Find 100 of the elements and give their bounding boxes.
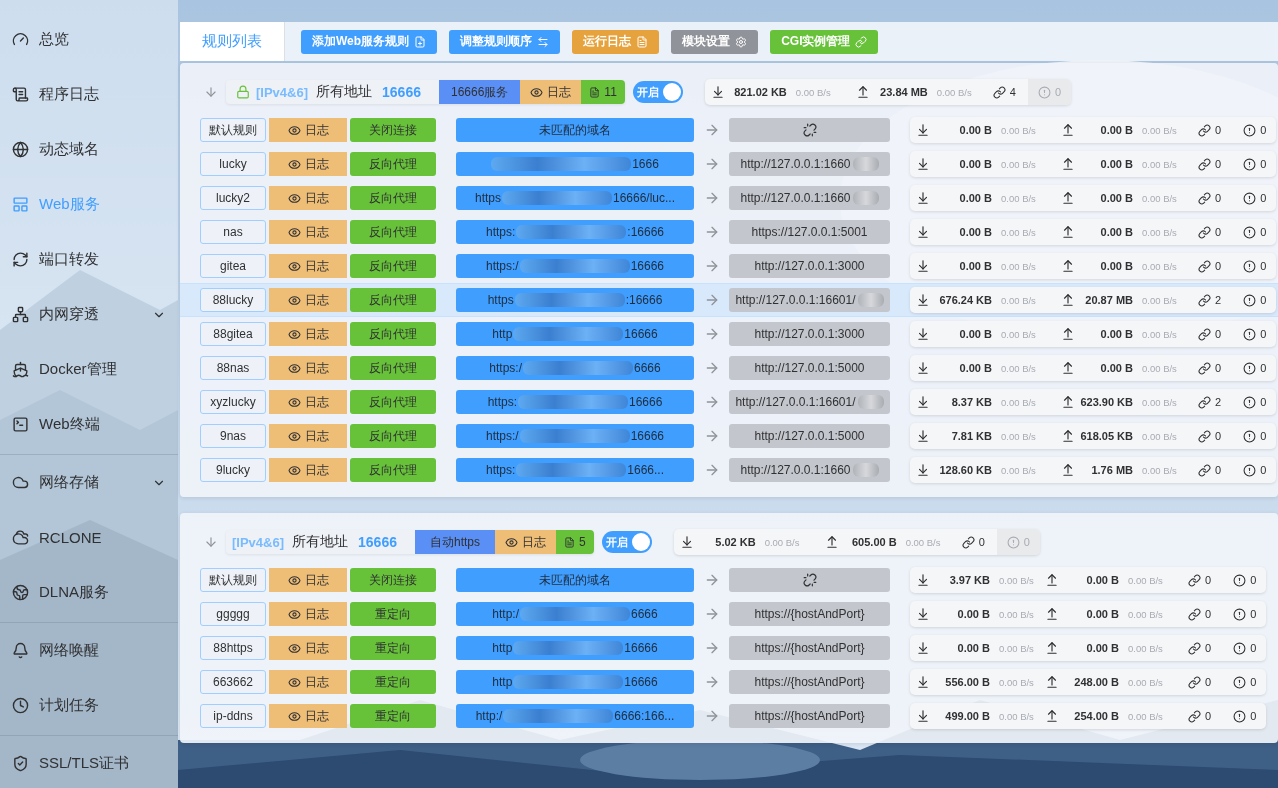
frontend-address: https 16666/luc... [456,186,694,210]
upload-icon [1061,123,1075,137]
log-button[interactable]: 日志 [269,636,347,660]
rule-row[interactable]: 9lucky 日志 反向代理 https: 1666... http://127.0.0.1:1660 128.60 KB 0.00 B/s 1.76 MB 0.00 B/s 0 0 [180,453,1278,487]
log-button[interactable]: 日志 [520,80,582,104]
link-icon [1198,123,1211,137]
alert-icon [1243,395,1257,409]
sidebar-item[interactable]: Web终端 [0,397,178,452]
sidebar-item[interactable]: 内网穿透 [0,287,178,342]
link-icon [1198,157,1211,171]
download-rate: 0.00 B/s [999,608,1035,620]
eye-icon [287,157,301,171]
error-count: 0 [1260,192,1267,204]
frontend-address: https :16666 [456,288,694,312]
log-button[interactable]: 日志 [269,424,347,448]
rule-row[interactable]: gitea 日志 反向代理 https:/ 16666 http://127.0.0.1:3000 0.00 B 0.00 B/s 0.00 B 0.00 B/s 0 0 [180,249,1278,283]
error-count: 0 [1250,710,1257,722]
download-total: 0.00 B [956,608,990,620]
upload-icon [1045,675,1059,689]
rule-name-tag: lucky2 [200,186,266,210]
target-address: https://{hostAndPort} [729,636,890,660]
download-rate: 0.00 B/s [1001,362,1037,374]
error-count: 0 [1260,124,1267,136]
rule-row[interactable]: lucky2 日志 反向代理 https 16666/luc... http://127.0.0.1:1660 0.00 B 0.00 B/s 0.00 B 0.00 B/s 0 0 [180,181,1278,215]
log-button[interactable]: 日志 [269,458,347,482]
error-count: 0 [1260,294,1267,306]
rule-row[interactable]: ip-ddns 日志 重定向 http:/ 6666:166... https://{hostAndPort} 499.00 B 0.00 B/s 254.00 B 0.00 B/s 0 0 [180,699,1278,733]
download-icon [916,641,930,655]
rule-row[interactable]: 88nas 日志 反向代理 https:/ 6666 http://127.0.0.1:5000 0.00 B 0.00 B/s 0.00 B 0.00 B/s 0 0 [180,351,1278,385]
upload-rate: 0.00 B/s [936,86,973,98]
sidebar-item[interactable]: 总览 [0,12,178,67]
log-button[interactable]: 日志 [494,530,556,554]
rule-row[interactable]: 默认规则 日志 关闭连接 未匹配的域名 0.00 B 0.00 B/s 0.00 B 0.00 B/s 0 0 [180,113,1278,147]
sidebar-item[interactable]: 网络唤醒 [0,623,178,678]
rule-row[interactable]: xyzlucky 日志 反向代理 https: 16666 http://127.0.0.1:16601/ 8.37 KB 0.00 B/s 623.90 KB 0.00 B/s 2 0 [180,385,1278,419]
rule-row[interactable]: 9nas 日志 反向代理 https:/ 16666 http://127.0.0.1:5000 7.81 KB 0.00 B/s 618.05 KB 0.00 B/s 0 0 [180,419,1278,453]
log-button[interactable]: 日志 [269,356,347,380]
file-plus-icon [414,35,427,48]
sidebar-item[interactable]: 程序日志 [0,67,178,122]
link-icon [1198,259,1211,273]
rule-row[interactable]: lucky 日志 反向代理 1666 http://127.0.0.1:1660 0.00 B 0.00 B/s 0.00 B 0.00 B/s 0 0 [180,147,1278,181]
download-icon [916,429,930,443]
frontend-address: http 16666 [456,670,694,694]
sidebar-item[interactable]: 网络存储 [0,455,178,510]
upload-total: 0.00 B [1099,328,1133,340]
clouds-icon [12,529,29,546]
action-tag: 反向代理 [350,288,436,312]
log-button[interactable]: 日志 [269,704,347,728]
frontend-address: https: 1666... [456,458,694,482]
log-button[interactable]: 日志 [269,254,347,278]
eye-icon [287,259,301,273]
frontend-address: http:/ 6666:166... [456,704,694,728]
connection-count: 0 [1215,328,1222,340]
frontend-address: http 16666 [456,636,694,660]
rule-row[interactable]: 88lucky 日志 反向代理 https :16666 http://127.0.0.1:16601/ 676.24 KB 0.00 B/s 20.87 MB 0.00 B/s 2 0 [180,283,1278,317]
arrow-right-icon [704,708,720,724]
log-button[interactable]: 日志 [269,288,347,312]
log-button[interactable]: 日志 [269,670,347,694]
upload-total: 0.00 B [1099,124,1133,136]
target-address: https://{hostAndPort} [729,602,890,626]
rule-row[interactable]: 88https 日志 重定向 http 16666 https://{hostAndPort} 0.00 B 0.00 B/s 0.00 B 0.00 B/s 0 0 [180,631,1278,665]
rule-row[interactable]: 默认规则 日志 关闭连接 未匹配的域名 3.97 KB 0.00 B/s 0.00 B 0.00 B/s 0 0 [180,563,1278,597]
rule-row[interactable]: nas 日志 反向代理 https: :16666 https://127.0.0.1:5001 0.00 B 0.00 B/s 0.00 B 0.00 B/s 0 0 [180,215,1278,249]
log-button[interactable]: 日志 [269,152,347,176]
target-address: http://127.0.0.1:1660 [729,152,890,176]
sidebar-item[interactable]: Docker管理 [0,342,178,397]
download-total: 556.00 B [944,676,990,688]
link-icon [1198,429,1211,443]
upload-icon [1045,641,1059,655]
log-button[interactable]: 日志 [269,602,347,626]
rule-name-tag: xyzlucky [200,390,266,414]
sidebar-item[interactable]: 动态域名 [0,122,178,177]
log-button[interactable]: 日志 [269,220,347,244]
log-button[interactable]: 日志 [269,390,347,414]
rule-row[interactable]: ggggg 日志 重定向 http:/ 6666 https://{hostAndPort} 0.00 B 0.00 B/s 0.00 B 0.00 B/s 0 0 [180,597,1278,631]
action-tag: 反向代理 [350,458,436,482]
sidebar-item[interactable]: DLNA服务 [0,565,178,620]
log-button[interactable]: 日志 [269,186,347,210]
download-rate: 0.00 B/s [795,86,832,98]
download-total: 5.02 KB [714,536,756,548]
rule-row[interactable]: 663662 日志 重定向 http 16666 https://{hostAndPort} 556.00 B 0.00 B/s 248.00 B 0.00 B/s 0 0 [180,665,1278,699]
sidebar-item[interactable]: RCLONE [0,510,178,565]
upload-rate: 0.00 B/s [1142,430,1178,442]
download-total: 499.00 B [944,710,990,722]
log-button[interactable]: 日志 [269,118,347,142]
sidebar-item[interactable]: 端口转发 [0,232,178,287]
eye-icon [287,225,301,239]
rule-row[interactable]: 88gitea 日志 反向代理 http 16666 http://127.0.0.1:3000 0.00 B 0.00 B/s 0.00 B 0.00 B/s 0 0 [180,317,1278,351]
upload-icon [1045,709,1059,723]
alert-icon [1243,327,1257,341]
sidebar-item[interactable]: SSL/TLS证书 [0,736,178,788]
target-address: http://127.0.0.1:5000 [729,356,890,380]
connection-count: 0 [1215,260,1222,272]
log-button[interactable]: 日志 [269,568,347,592]
download-icon [916,709,930,723]
download-rate: 0.00 B/s [1001,464,1037,476]
download-icon [916,361,930,375]
sidebar-item[interactable]: 计划任务 [0,678,178,733]
download-rate: 0.00 B/s [1001,430,1037,442]
log-button[interactable]: 日志 [269,322,347,346]
